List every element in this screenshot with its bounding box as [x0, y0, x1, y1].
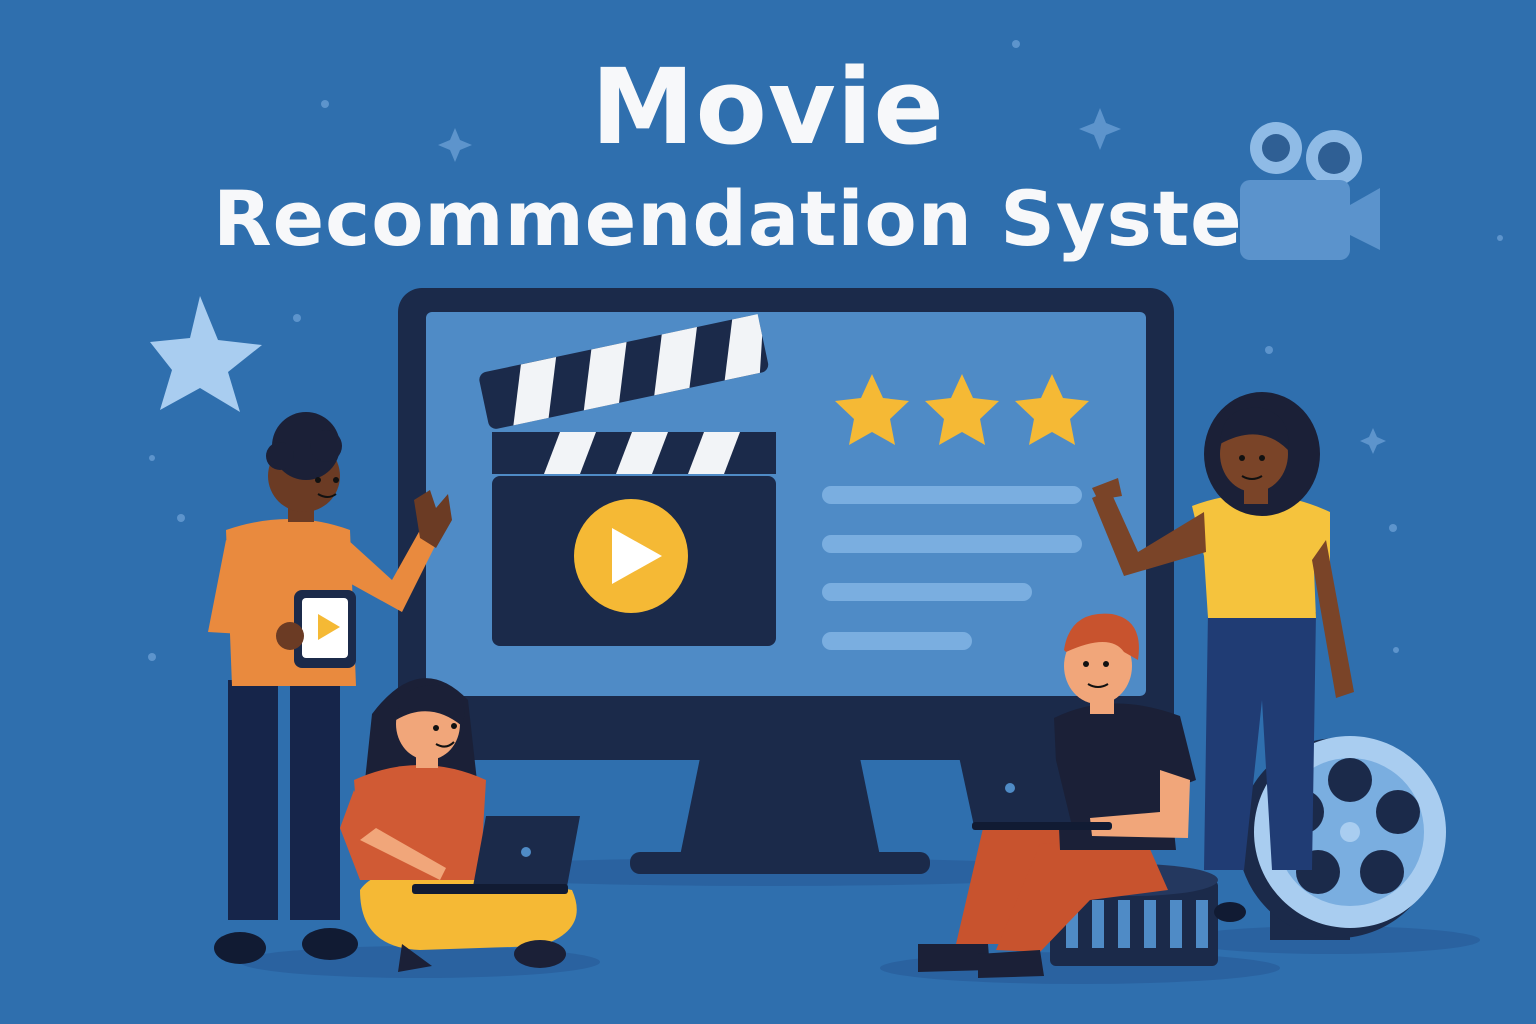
monitor-stand [680, 758, 880, 856]
illustration [148, 40, 1503, 984]
sparkle-icon [438, 128, 472, 162]
monitor-base [630, 852, 930, 874]
movie-camera-icon [1240, 122, 1380, 260]
sparkle-icon [1360, 428, 1386, 454]
star-icon [150, 296, 262, 412]
sparkle-icon [1079, 108, 1121, 150]
